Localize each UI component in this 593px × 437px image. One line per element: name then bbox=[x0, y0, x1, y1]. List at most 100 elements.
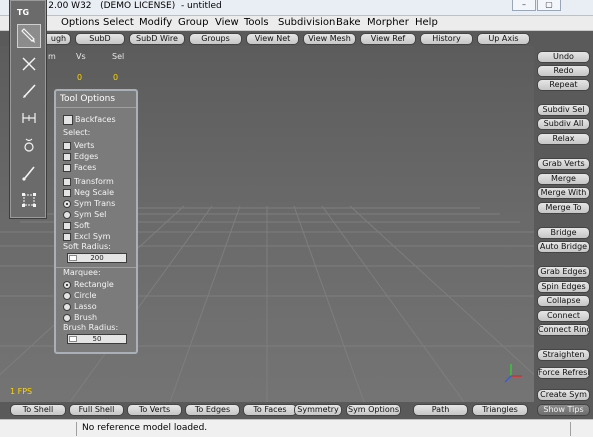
to-faces-button[interactable]: To Faces bbox=[243, 404, 297, 416]
select-edges-checkbox[interactable]: Edges bbox=[63, 152, 98, 161]
history-button[interactable]: History bbox=[420, 33, 473, 45]
view-ref-button[interactable]: View Ref bbox=[360, 33, 416, 45]
transform-label: Transform bbox=[74, 177, 114, 186]
stat-value-verts: 0 bbox=[77, 73, 83, 82]
spin-edges-button[interactable]: Spin Edges bbox=[537, 281, 590, 293]
sym-sel-radio[interactable]: Sym Sel bbox=[63, 210, 106, 219]
tool-group-panel: TG bbox=[10, 0, 46, 218]
status-message: No reference model loaded. bbox=[82, 423, 208, 433]
menu-select[interactable]: Select bbox=[103, 17, 134, 28]
paint-brush-icon[interactable] bbox=[17, 161, 41, 185]
menu-modify[interactable]: Modify bbox=[139, 17, 172, 28]
menu-help[interactable]: Help bbox=[415, 17, 438, 28]
full-shell-button[interactable]: Full Shell bbox=[69, 404, 124, 416]
tool-options-panel: Tool Options Backfaces Select: Verts Edg… bbox=[54, 89, 138, 354]
stat-header-mesh: m bbox=[48, 52, 56, 61]
brush-radius-slider[interactable]: 50 bbox=[67, 334, 127, 344]
repeat-button[interactable]: Repeat bbox=[537, 79, 590, 91]
to-shell-button[interactable]: To Shell bbox=[10, 404, 66, 416]
undo-button[interactable]: Undo bbox=[537, 51, 590, 63]
top-toolbar: ugh SubD SubD Wire Groups View Net View … bbox=[0, 31, 593, 46]
soft-radius-value: 200 bbox=[90, 254, 104, 262]
marquee-circle-radio[interactable]: Circle bbox=[63, 291, 96, 300]
side-toolbar: Undo Redo Repeat Subdiv Sel Subdiv All R… bbox=[534, 46, 593, 402]
soft-checkbox[interactable]: Soft bbox=[63, 221, 90, 230]
brush-tool-icon[interactable] bbox=[17, 24, 41, 48]
slider-thumb[interactable] bbox=[69, 336, 77, 342]
smooth-tool-icon[interactable] bbox=[17, 133, 41, 157]
marquee-rectangle-radio[interactable]: Rectangle bbox=[63, 280, 114, 289]
select-handles-icon[interactable] bbox=[17, 188, 41, 212]
select-verts-checkbox[interactable]: Verts bbox=[63, 141, 94, 150]
marquee-label: Marquee: bbox=[63, 268, 101, 277]
divider bbox=[570, 422, 571, 436]
subd-wire-button[interactable]: SubD Wire bbox=[129, 33, 185, 45]
tool-options-title: Tool Options bbox=[60, 94, 116, 104]
pencil-tool-icon[interactable] bbox=[17, 79, 41, 103]
merge-with-button[interactable]: Merge With bbox=[537, 187, 590, 199]
relax-button[interactable]: Relax bbox=[537, 133, 590, 145]
soft-radius-slider[interactable]: 200 bbox=[67, 253, 127, 263]
auto-bridge-button[interactable]: Auto Bridge bbox=[537, 241, 590, 253]
select-verts-label: Verts bbox=[74, 141, 95, 150]
select-edges-label: Edges bbox=[74, 152, 99, 161]
bridge-button[interactable]: Bridge bbox=[537, 227, 590, 239]
path-button[interactable]: Path bbox=[413, 404, 468, 416]
backfaces-checkbox[interactable]: Backfaces bbox=[63, 114, 116, 125]
neg-scale-label: Neg Scale bbox=[74, 188, 115, 197]
brush-radius-label: Brush Radius: bbox=[63, 323, 119, 332]
show-tips-button[interactable]: Show Tips bbox=[537, 404, 590, 416]
maximize-button[interactable]: ▢ bbox=[537, 0, 561, 11]
groups-button[interactable]: Groups bbox=[189, 33, 242, 45]
menu-subdivision[interactable]: Subdivision bbox=[278, 17, 335, 28]
subdiv-all-button[interactable]: Subdiv All bbox=[537, 118, 590, 130]
menu-morpher[interactable]: Morpher bbox=[367, 17, 409, 28]
grab-edges-button[interactable]: Grab Edges bbox=[537, 266, 590, 278]
menu-tools[interactable]: Tools bbox=[244, 17, 269, 28]
rough-button[interactable]: ugh bbox=[46, 33, 71, 45]
app-window: un 2.00 W32 (DEMO LICENSE) - untitled – … bbox=[0, 0, 593, 437]
transform-checkbox[interactable]: Transform bbox=[63, 177, 114, 186]
menu-bake[interactable]: Bake bbox=[336, 17, 361, 28]
subd-button[interactable]: SubD bbox=[75, 33, 125, 45]
fps-counter: 1 FPS bbox=[10, 387, 33, 396]
move-tool-icon[interactable] bbox=[17, 52, 41, 76]
menu-view[interactable]: View bbox=[215, 17, 239, 28]
select-faces-checkbox[interactable]: Faces bbox=[63, 163, 96, 172]
connect-button[interactable]: Connect bbox=[537, 310, 590, 322]
subdiv-sel-button[interactable]: Subdiv Sel bbox=[537, 104, 590, 116]
menu-options[interactable]: Options bbox=[61, 17, 100, 28]
slider-thumb[interactable] bbox=[69, 255, 77, 261]
to-verts-button[interactable]: To Verts bbox=[127, 404, 182, 416]
symmetry-button[interactable]: Symmetry bbox=[294, 404, 342, 416]
menu-bar: Options Select Modify Group View Tools S… bbox=[0, 16, 593, 31]
marquee-lasso-radio[interactable]: Lasso bbox=[63, 302, 97, 311]
sym-trans-radio[interactable]: Sym Trans bbox=[63, 199, 115, 208]
excl-sym-checkbox[interactable]: Excl Sym bbox=[63, 232, 110, 241]
view-net-button[interactable]: View Net bbox=[246, 33, 299, 45]
menu-group[interactable]: Group bbox=[178, 17, 208, 28]
connect-ring-button[interactable]: Connect Ring bbox=[537, 324, 590, 336]
create-sym-button[interactable]: Create Sym bbox=[537, 389, 590, 401]
straighten-button[interactable]: Straighten bbox=[537, 349, 590, 361]
stat-header-selected: Sel bbox=[112, 52, 125, 61]
neg-scale-checkbox[interactable]: Neg Scale bbox=[63, 188, 114, 197]
marquee-lasso-label: Lasso bbox=[74, 302, 97, 311]
triangles-button[interactable]: Triangles bbox=[472, 404, 528, 416]
grab-verts-button[interactable]: Grab Verts bbox=[537, 158, 590, 170]
merge-to-button[interactable]: Merge To bbox=[537, 202, 590, 214]
minimize-button[interactable]: – bbox=[512, 0, 536, 11]
merge-button[interactable]: Merge bbox=[537, 173, 590, 185]
view-mesh-button[interactable]: View Mesh bbox=[303, 33, 356, 45]
to-edges-button[interactable]: To Edges bbox=[185, 404, 240, 416]
window-title: un 2.00 W32 (DEMO LICENSE) - untitled bbox=[34, 1, 222, 11]
marquee-brush-radio[interactable]: Brush bbox=[63, 313, 97, 322]
up-axis-button[interactable]: Up Axis bbox=[477, 33, 530, 45]
force-refresh-button[interactable]: Force Refresh bbox=[537, 367, 590, 379]
redo-button[interactable]: Redo bbox=[537, 65, 590, 77]
collapse-button[interactable]: Collapse bbox=[537, 295, 590, 307]
bottom-toolbar: To Shell Full Shell To Verts To Edges To… bbox=[0, 402, 593, 419]
measure-tool-icon[interactable] bbox=[17, 106, 41, 130]
sym-options-button[interactable]: Sym Options bbox=[346, 404, 401, 416]
brush-radius-value: 50 bbox=[92, 335, 102, 343]
